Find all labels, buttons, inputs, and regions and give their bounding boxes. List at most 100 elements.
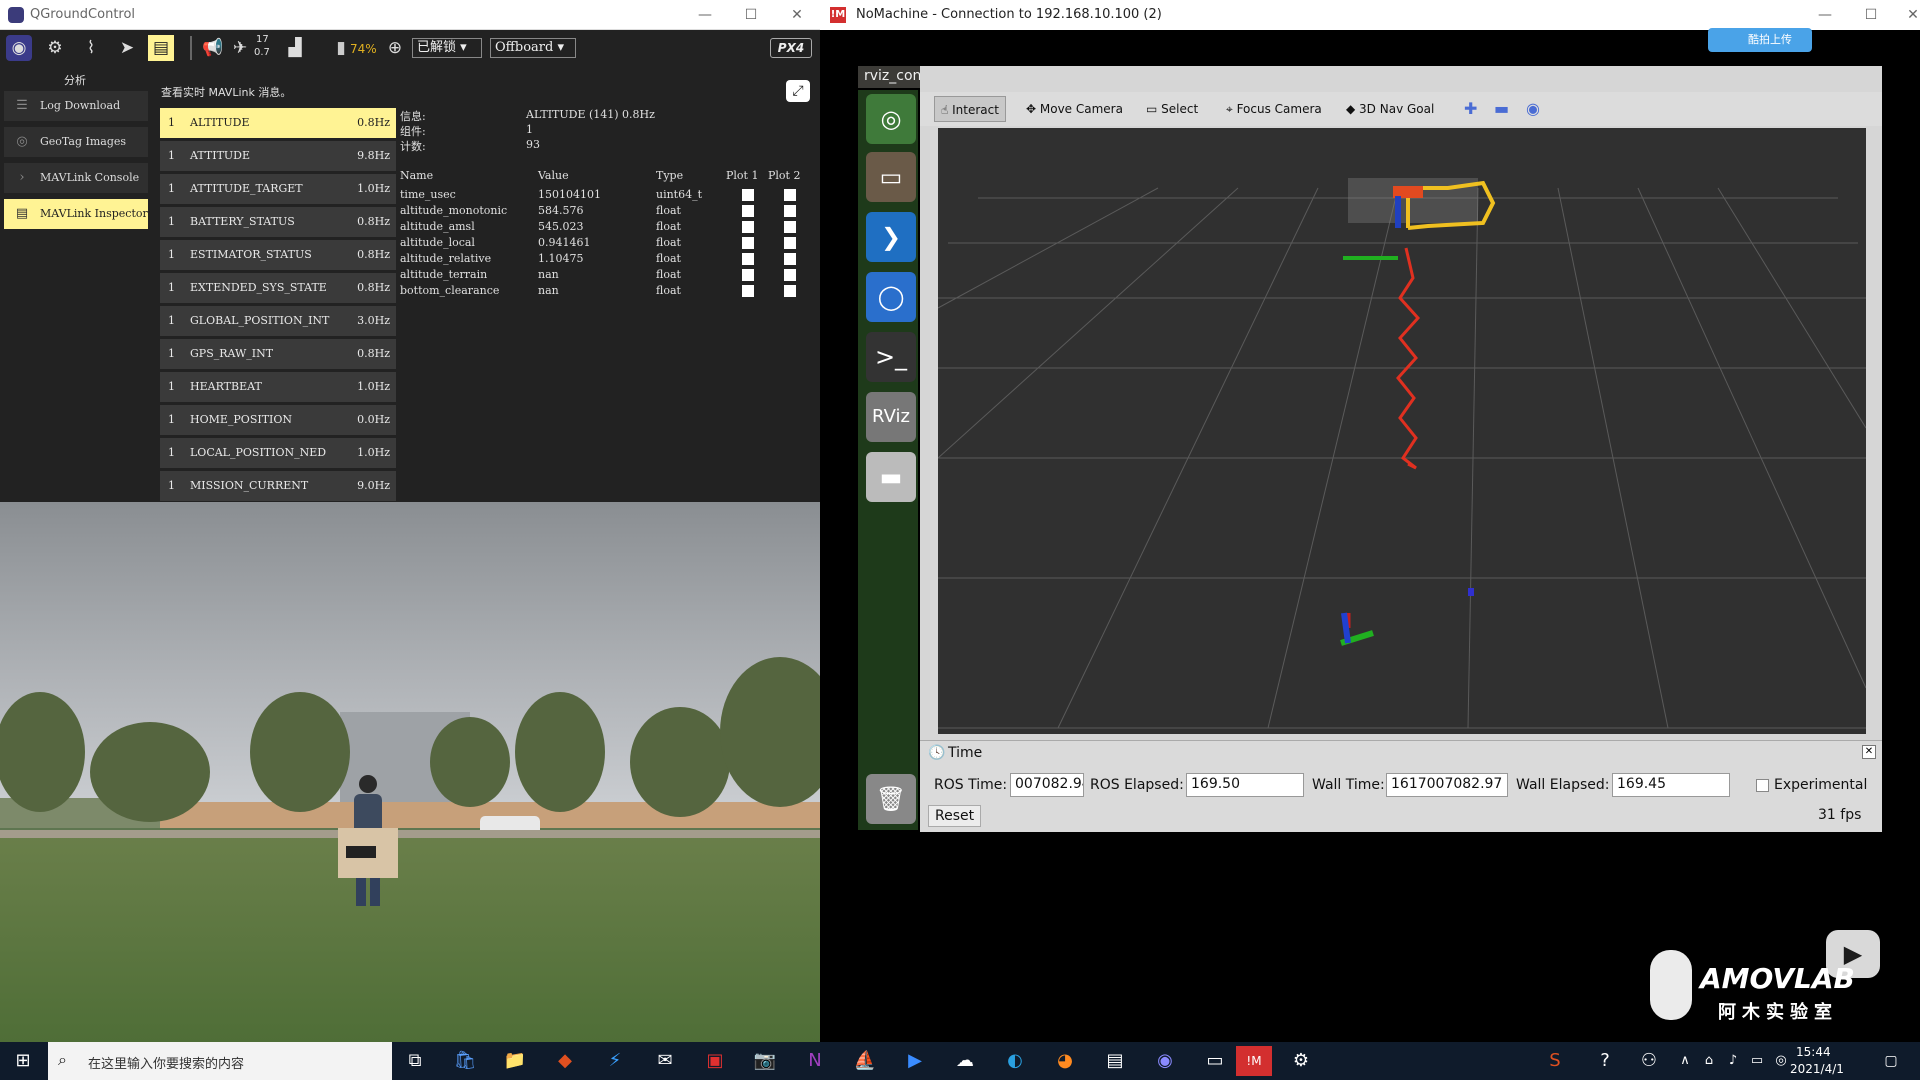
drive-icon[interactable]: ▬ xyxy=(866,452,916,502)
message-row[interactable]: 1 HEARTBEAT 1.0Hz xyxy=(160,372,396,402)
people-icon[interactable]: ⚇ xyxy=(1634,1046,1664,1076)
tool-focus-camera[interactable]: ⌖ Focus Camera xyxy=(1220,96,1328,122)
plot1-checkbox[interactable] xyxy=(742,189,754,201)
tool-move-camera[interactable]: ✥ Move Camera xyxy=(1020,96,1129,122)
app-icon-6[interactable]: ▤ xyxy=(1100,1046,1130,1076)
firefox-icon[interactable]: ◕ xyxy=(1050,1046,1080,1076)
analyze-icon[interactable]: ▤ xyxy=(148,35,174,61)
plot2-checkbox[interactable] xyxy=(784,285,796,297)
plot1-checkbox[interactable] xyxy=(742,205,754,217)
nm-maximize-button[interactable]: ☐ xyxy=(1848,0,1894,30)
nm-minimize-button[interactable]: — xyxy=(1802,0,1848,30)
message-row[interactable]: 1 ALTITUDE 0.8Hz xyxy=(160,108,396,138)
experimental-label: Experimental xyxy=(1774,777,1868,793)
file-explorer-icon[interactable]: 📁 xyxy=(500,1046,530,1076)
plan-route-icon[interactable]: ⌇ xyxy=(78,35,104,61)
onenote-icon[interactable]: N xyxy=(800,1046,830,1076)
rviz-3d-view[interactable] xyxy=(938,128,1866,734)
message-row[interactable]: 1 MISSION_CURRENT 9.0Hz xyxy=(160,471,396,501)
tool-interact[interactable]: ☝ Interact xyxy=(934,96,1006,122)
plot1-checkbox[interactable] xyxy=(742,221,754,233)
nav-geotag-images[interactable]: ◎ GeoTag Images xyxy=(4,127,148,157)
message-row[interactable]: 1 LOCAL_POSITION_NED 1.0Hz xyxy=(160,438,396,468)
message-row[interactable]: 1 EXTENDED_SYS_STATE 0.8Hz xyxy=(160,273,396,303)
message-row[interactable]: 1 ATTITUDE 9.8Hz xyxy=(160,141,396,171)
add-tool-icon[interactable]: ✚ xyxy=(1458,96,1483,122)
mail-icon[interactable]: ✉ xyxy=(650,1046,680,1076)
vscode-icon[interactable]: ❯ xyxy=(866,212,916,262)
tool-3d-nav-goal[interactable]: ◆ 3D Nav Goal xyxy=(1340,96,1440,122)
nav-mavlink-inspector[interactable]: ▤ MAVLink Inspector xyxy=(4,199,148,229)
rc-signal-icon[interactable]: ▟ xyxy=(282,35,308,61)
terminal-icon[interactable]: >_ xyxy=(866,332,916,382)
upload-button[interactable]: 酷拍上传 xyxy=(1708,28,1812,52)
close-button[interactable]: ✕ xyxy=(774,0,820,30)
plot2-checkbox[interactable] xyxy=(784,269,796,281)
close-panel-icon[interactable]: ✕ xyxy=(1862,745,1876,759)
nomachine-taskbar-icon[interactable]: !M xyxy=(1236,1046,1272,1076)
tray-app-icon[interactable]: S xyxy=(1540,1046,1570,1076)
task-view-icon[interactable]: ⧉ xyxy=(400,1046,430,1076)
ros-time-field[interactable]: 007082.94 xyxy=(1010,773,1084,797)
plot1-checkbox[interactable] xyxy=(742,253,754,265)
app-icon-5[interactable]: ☁ xyxy=(950,1046,980,1076)
experimental-checkbox[interactable] xyxy=(1756,779,1769,792)
ros-elapsed-field[interactable]: 169.50 xyxy=(1186,773,1304,797)
help-icon[interactable]: ? xyxy=(1590,1046,1620,1076)
remove-tool-icon[interactable]: ▬ xyxy=(1488,96,1515,122)
trash-icon[interactable]: 🗑 xyxy=(866,774,916,824)
tool-properties-icon[interactable]: ◉ xyxy=(1520,96,1546,122)
taskbar-search-box[interactable]: ⌕ 在这里输入你要搜索的内容 xyxy=(48,1042,392,1080)
link-satellite-icon[interactable]: ✈ xyxy=(230,35,250,61)
app-icon-2[interactable]: ⚡ xyxy=(600,1046,630,1076)
zoom-icon[interactable]: ▶ xyxy=(900,1046,930,1076)
message-row[interactable]: 1 HOME_POSITION 0.0Hz xyxy=(160,405,396,435)
nav-mavlink-console[interactable]: › MAVLink Console xyxy=(4,163,148,193)
terminal-taskbar-icon[interactable]: ▭ xyxy=(1200,1046,1230,1076)
notifications-icon[interactable]: ▢ xyxy=(1876,1046,1906,1076)
chromium-icon[interactable]: ◯ xyxy=(866,272,916,322)
rviz-icon[interactable]: RViz xyxy=(866,392,916,442)
plot2-checkbox[interactable] xyxy=(784,221,796,233)
message-row[interactable]: 1 ATTITUDE_TARGET 1.0Hz xyxy=(160,174,396,204)
message-name: GLOBAL_POSITION_INT xyxy=(190,314,330,327)
plot2-checkbox[interactable] xyxy=(784,205,796,217)
wall-elapsed-field[interactable]: 169.45 xyxy=(1612,773,1730,797)
qgc-home-icon[interactable]: ◉ xyxy=(6,35,32,61)
plot2-checkbox[interactable] xyxy=(784,253,796,265)
plot2-checkbox[interactable] xyxy=(784,237,796,249)
message-row[interactable]: 1 GPS_RAW_INT 0.8Hz xyxy=(160,339,396,369)
nm-close-button[interactable]: ✕ xyxy=(1890,0,1920,30)
plot1-checkbox[interactable] xyxy=(742,269,754,281)
message-row[interactable]: 1 GLOBAL_POSITION_INT 3.0Hz xyxy=(160,306,396,336)
plot2-checkbox[interactable] xyxy=(784,189,796,201)
fly-paper-plane-icon[interactable]: ➤ xyxy=(114,35,140,61)
app-icon-3[interactable]: ▣ xyxy=(700,1046,730,1076)
ubuntu-dash-icon[interactable]: ◎ xyxy=(866,94,916,144)
camera-icon[interactable]: 📷 xyxy=(750,1046,780,1076)
app-icon-1[interactable]: ◆ xyxy=(550,1046,580,1076)
message-row[interactable]: 1 ESTIMATOR_STATUS 0.8Hz xyxy=(160,240,396,270)
reset-button[interactable]: Reset xyxy=(928,805,982,827)
app-icon-4[interactable]: ⛵ xyxy=(850,1046,880,1076)
message-row[interactable]: 1 BATTERY_STATUS 0.8Hz xyxy=(160,207,396,237)
gps-target-icon[interactable]: ⊕ xyxy=(382,35,408,61)
wall-time-field[interactable]: 1617007082.97 xyxy=(1386,773,1508,797)
flight-mode-dropdown[interactable]: Offboard ▾ xyxy=(490,38,576,58)
nav-log-download[interactable]: ☰ Log Download xyxy=(4,91,148,121)
plot1-checkbox[interactable] xyxy=(742,285,754,297)
maximize-button[interactable]: ☐ xyxy=(728,0,774,30)
store-icon[interactable]: 🛍 xyxy=(450,1046,480,1076)
qgc-taskbar-icon[interactable]: ◉ xyxy=(1150,1046,1180,1076)
windows-start-icon[interactable]: ⊞ xyxy=(8,1046,38,1076)
settings-gears-icon[interactable]: ⚙ xyxy=(42,35,68,61)
minimize-button[interactable]: — xyxy=(682,0,728,30)
plot1-checkbox[interactable] xyxy=(742,237,754,249)
megaphone-icon[interactable]: 📢 xyxy=(200,35,226,61)
files-icon[interactable]: ▭ xyxy=(866,152,916,202)
edge-icon[interactable]: ◐ xyxy=(1000,1046,1030,1076)
settings-gear-icon[interactable]: ⚙ xyxy=(1286,1046,1316,1076)
arm-state-dropdown[interactable]: 已解锁 ▾ xyxy=(412,38,482,58)
tool-select[interactable]: ▭ Select xyxy=(1140,96,1204,122)
expand-icon[interactable]: ⤢ xyxy=(786,80,810,102)
